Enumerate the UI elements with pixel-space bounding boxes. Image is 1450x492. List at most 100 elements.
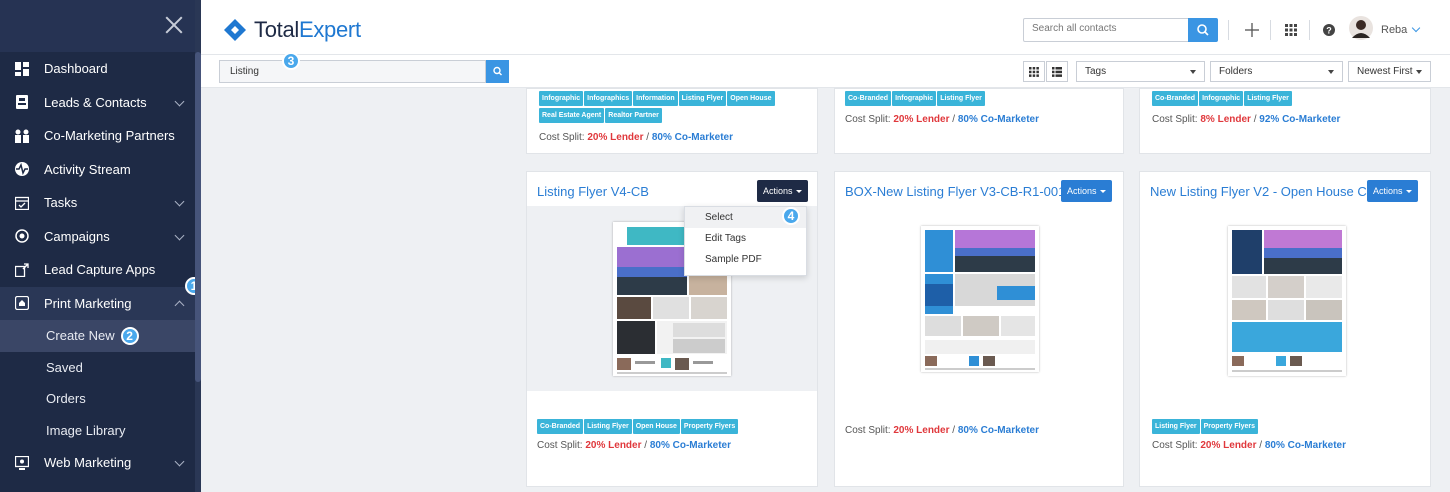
sidebar-item-co-marketing-partners[interactable]: Co-Marketing Partners (0, 119, 201, 153)
sidebar-item-lead-capture-apps[interactable]: Lead Capture Apps (0, 253, 201, 287)
menu-item-edit-tags[interactable]: Edit Tags (685, 228, 806, 249)
contact-search-input[interactable]: Search all contacts (1023, 18, 1189, 42)
cost-split: Cost Split: 20% Lender / 80% Co-Marketer (845, 114, 1039, 125)
tag[interactable]: Listing Flyer (1152, 419, 1200, 434)
sidebar-subitem-orders[interactable]: Orders (0, 383, 201, 415)
cost-split-label: Cost Split: (1152, 114, 1198, 125)
tag[interactable]: Realtor Partner (605, 108, 662, 123)
sidebar-item-print-marketing[interactable]: Print Marketing 1 (0, 276, 201, 320)
avatar[interactable] (1349, 16, 1373, 40)
activity-icon (14, 161, 30, 177)
lender-split: 8% Lender (1200, 114, 1251, 125)
sidebar-subitem-image-library[interactable]: Image Library (0, 415, 201, 447)
sidebar-item-tasks[interactable]: Tasks (0, 186, 201, 220)
card-title[interactable]: Listing Flyer V4-CB (537, 184, 649, 199)
tasks-icon (14, 195, 30, 211)
close-icon[interactable] (163, 14, 185, 36)
actions-button[interactable]: Actions (757, 180, 808, 202)
sidebar-item-web-marketing[interactable]: Web Marketing (0, 446, 201, 480)
tag-list: Infographic Infographics Information Listin… (539, 91, 809, 125)
tag[interactable]: Listing Flyer (1244, 91, 1292, 106)
logo-icon (224, 19, 246, 41)
cost-split-label: Cost Split: (845, 425, 891, 436)
template-card[interactable]: New Listing Flyer V2 - Open House CB Act… (1139, 171, 1431, 487)
tag[interactable]: Listing Flyer (678, 91, 727, 106)
template-card[interactable]: Co-Branded Infographic Listing Flyer Cost … (834, 88, 1124, 154)
folders-select[interactable]: Folders (1210, 61, 1343, 82)
tag[interactable]: Infographics (584, 91, 633, 106)
sidebar: Dashboard Leads & Contacts Co-Marketing … (0, 0, 201, 492)
flyer-preview-image (921, 226, 1039, 372)
tags-select[interactable]: Tags (1076, 61, 1205, 82)
logo[interactable]: TotalExpert (224, 17, 361, 43)
tag[interactable]: Real Estate Agent (539, 108, 605, 123)
co-marketer-split: 80% Co-Marketer (651, 132, 733, 143)
list-view-button[interactable] (1046, 61, 1068, 82)
flyer-thumbnail[interactable] (1228, 226, 1346, 376)
scrollbar-thumb[interactable] (195, 52, 201, 382)
sidebar-subitem-label: Image Library (46, 422, 126, 438)
cost-split: Cost Split: 20% Lender / 80% Co-Marketer (845, 425, 1039, 436)
header-divider (1228, 20, 1229, 40)
co-marketer-split: 80% Co-Marketer (649, 440, 731, 451)
caret-down-icon (1190, 70, 1196, 74)
actions-button[interactable]: Actions (1367, 180, 1418, 202)
sidebar-item-campaigns[interactable]: Campaigns (0, 220, 201, 254)
tag[interactable]: Property Flyers (1200, 419, 1258, 434)
card-title[interactable]: New Listing Flyer V2 - Open House CB (1150, 184, 1375, 199)
flyer-thumbnail[interactable] (921, 226, 1039, 372)
tags-select-label: Tags (1085, 66, 1107, 77)
contacts-icon (14, 94, 30, 110)
sidebar-item-dashboard[interactable]: Dashboard (0, 52, 201, 86)
tag[interactable]: Property Flyers (680, 419, 739, 434)
tag[interactable]: Information (633, 91, 678, 106)
co-marketer-split: 80% Co-Marketer (957, 425, 1039, 436)
step-badge: 2 (120, 326, 139, 345)
menu-item-sample-pdf[interactable]: Sample PDF (685, 249, 806, 270)
lender-split: 20% Lender (893, 425, 950, 436)
template-card[interactable]: Co-Branded Infographic Listing Flyer Cost … (1139, 88, 1431, 154)
sort-select-label: Newest First (1357, 66, 1413, 77)
top-header: TotalExpert Search all contacts ? Reba (201, 0, 1450, 55)
help-icon[interactable]: ? (1318, 19, 1340, 41)
tag[interactable]: Open House (632, 419, 680, 434)
tag[interactable]: Infographic (892, 91, 937, 106)
template-card[interactable]: Infographic Infographics Information Listin… (526, 88, 818, 154)
tag[interactable]: Open House (727, 91, 775, 106)
search-icon (493, 66, 502, 76)
sort-select[interactable]: Newest First (1348, 61, 1431, 82)
sidebar-item-activity-stream[interactable]: Activity Stream (0, 153, 201, 187)
sidebar-item-label: Tasks (44, 195, 78, 211)
search-button[interactable] (1188, 18, 1218, 42)
header-divider (1309, 20, 1310, 40)
apps-grid-icon[interactable] (1280, 19, 1302, 41)
tag[interactable]: Infographic (1199, 91, 1244, 106)
lender-split: 20% Lender (1200, 440, 1257, 451)
template-card[interactable]: BOX-New Listing Flyer V3-CB-R1-0013 Acti… (834, 171, 1124, 487)
sidebar-subitem-saved[interactable]: Saved (0, 352, 201, 384)
template-search-input[interactable]: Listing (219, 60, 486, 83)
tag[interactable]: Listing Flyer (584, 419, 632, 434)
tag-list: Co-Branded Listing Flyer Open House Propert… (537, 419, 809, 436)
tag[interactable]: Co-Branded (537, 419, 584, 434)
template-search-button[interactable] (486, 60, 509, 83)
header-divider (1270, 20, 1271, 40)
tag[interactable]: Infographic (539, 91, 584, 106)
tag[interactable]: Co-Branded (845, 91, 892, 106)
caret-down-icon (1099, 190, 1106, 194)
card-title[interactable]: BOX-New Listing Flyer V3-CB-R1-0013 (845, 184, 1073, 199)
sidebar-item-leads-contacts[interactable]: Leads & Contacts (0, 86, 201, 120)
tag[interactable]: Listing Flyer (937, 91, 985, 106)
chevron-down-icon[interactable] (1411, 23, 1421, 33)
actions-button[interactable]: Actions (1061, 180, 1112, 202)
logo-text-expert: Expert (298, 17, 361, 42)
print-icon (14, 295, 30, 311)
grid-view-button[interactable] (1023, 61, 1045, 82)
tag[interactable]: Co-Branded (1152, 91, 1199, 106)
caret-down-icon (1328, 70, 1334, 74)
sidebar-subitem-create-new[interactable]: Create New 2 (0, 320, 201, 352)
cost-split-label: Cost Split: (537, 440, 583, 451)
add-icon[interactable] (1241, 19, 1263, 41)
user-name[interactable]: Reba (1381, 24, 1407, 36)
tag-list: Co-Branded Infographic Listing Flyer (845, 91, 1113, 108)
